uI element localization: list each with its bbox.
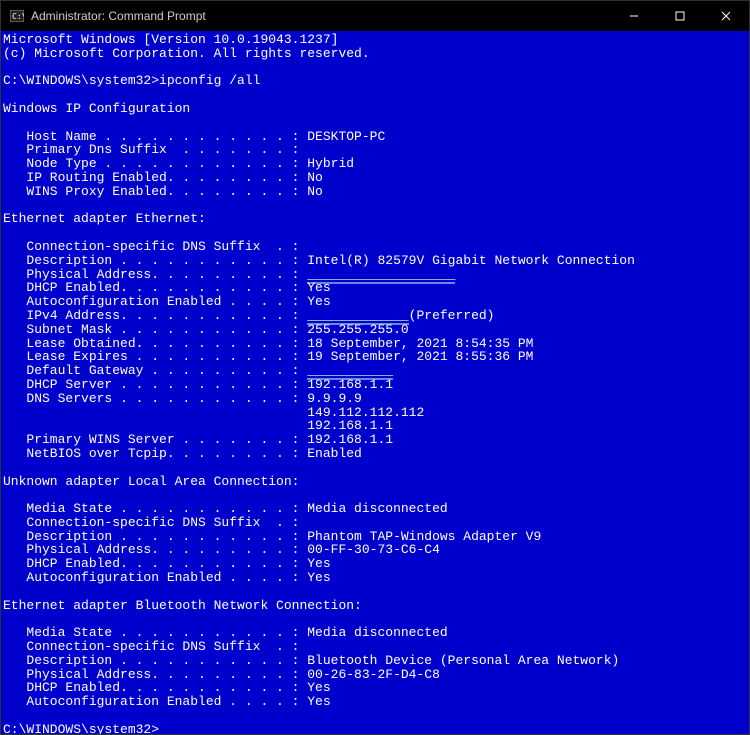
- field-value: 149.112.112.112: [307, 405, 424, 420]
- field-label: Default Gateway . . . . . . . . . :: [3, 363, 307, 378]
- field-value: 00-26-83-2F-D4-C8: [307, 667, 440, 682]
- field-label: Autoconfiguration Enabled . . . . :: [3, 294, 307, 309]
- padding: [3, 405, 307, 420]
- field-label: Description . . . . . . . . . . . :: [3, 253, 307, 268]
- field-label: IPv4 Address. . . . . . . . . . . :: [3, 308, 307, 323]
- field-label: DHCP Enabled. . . . . . . . . . . :: [3, 280, 307, 295]
- cmd-window: C:\ Administrator: Command Prompt Micros…: [0, 0, 750, 735]
- field-label: Physical Address. . . . . . . . . :: [3, 667, 307, 682]
- field-value: Yes: [307, 680, 330, 695]
- field-label: Media State . . . . . . . . . . . :: [3, 501, 307, 516]
- field-label: Primary Dns Suffix . . . . . . . :: [3, 142, 299, 157]
- field-value: Intel(R) 82579V Gigabit Network Connecti…: [307, 253, 635, 268]
- svg-text:C:\: C:\: [12, 12, 24, 21]
- field-value: 00-FF-30-73-C6-C4: [307, 542, 440, 557]
- field-label: WINS Proxy Enabled. . . . . . . . :: [3, 184, 307, 199]
- field-label: Subnet Mask . . . . . . . . . . . :: [3, 322, 307, 337]
- prompt-path: C:\WINDOWS\system32>: [3, 722, 159, 734]
- field-label: Description . . . . . . . . . . . :: [3, 653, 307, 668]
- adapter-header: Ethernet adapter Ethernet:: [3, 211, 206, 226]
- cmd-icon: C:\: [9, 8, 25, 24]
- field-value: Hybrid: [307, 156, 354, 171]
- minimize-button[interactable]: [611, 1, 657, 31]
- field-value: Phantom TAP-Windows Adapter V9: [307, 529, 541, 544]
- banner-line: Microsoft Windows [Version 10.0.19043.12…: [3, 32, 338, 47]
- field-label: Physical Address. . . . . . . . . :: [3, 542, 307, 557]
- banner-line: (c) Microsoft Corporation. All rights re…: [3, 46, 370, 61]
- field-value: (Preferred): [409, 308, 495, 323]
- field-label: IP Routing Enabled. . . . . . . . :: [3, 170, 307, 185]
- maximize-button[interactable]: [657, 1, 703, 31]
- terminal-output[interactable]: Microsoft Windows [Version 10.0.19043.12…: [1, 31, 749, 734]
- field-label: Node Type . . . . . . . . . . . . :: [3, 156, 307, 171]
- field-label: Primary WINS Server . . . . . . . :: [3, 432, 307, 447]
- field-value: 192.168.1.1: [307, 377, 393, 392]
- field-label: NetBIOS over Tcpip. . . . . . . . :: [3, 446, 307, 461]
- adapter-header: Ethernet adapter Bluetooth Network Conne…: [3, 598, 362, 613]
- field-value: 18 September, 2021 8:54:35 PM: [307, 336, 533, 351]
- field-value: 19 September, 2021 8:55:36 PM: [307, 349, 533, 364]
- titlebar[interactable]: C:\ Administrator: Command Prompt: [1, 1, 749, 31]
- close-button[interactable]: [703, 1, 749, 31]
- field-value: DESKTOP-PC: [307, 129, 385, 144]
- field-value: Yes: [307, 294, 330, 309]
- window-buttons: [611, 1, 749, 31]
- field-value: Enabled: [307, 446, 362, 461]
- window-title: Administrator: Command Prompt: [31, 9, 611, 23]
- field-value: No: [307, 170, 323, 185]
- field-label: Physical Address. . . . . . . . . :: [3, 267, 307, 282]
- field-label: Autoconfiguration Enabled . . . . :: [3, 694, 307, 709]
- field-label: Media State . . . . . . . . . . . :: [3, 625, 307, 640]
- field-label: Lease Obtained. . . . . . . . . . :: [3, 336, 307, 351]
- padding: [3, 418, 307, 433]
- field-value: 9.9.9.9: [307, 391, 362, 406]
- field-value: Yes: [307, 570, 330, 585]
- field-value: No: [307, 184, 323, 199]
- field-label: Description . . . . . . . . . . . :: [3, 529, 307, 544]
- field-value: 192.168.1.1: [307, 418, 393, 433]
- command-text: ipconfig /all: [159, 73, 260, 88]
- field-value: Media disconnected: [307, 501, 447, 516]
- field-value: Yes: [307, 694, 330, 709]
- field-label: Connection-specific DNS Suffix . :: [3, 639, 299, 654]
- field-value: Media disconnected: [307, 625, 447, 640]
- field-value: Bluetooth Device (Personal Area Network): [307, 653, 619, 668]
- field-label: DHCP Enabled. . . . . . . . . . . :: [3, 556, 307, 571]
- field-value: Yes: [307, 556, 330, 571]
- prompt-path: C:\WINDOWS\system32>: [3, 73, 159, 88]
- field-value: Yes: [307, 280, 330, 295]
- field-value: 255.255.255.0: [307, 322, 408, 337]
- field-label: Connection-specific DNS Suffix . :: [3, 515, 299, 530]
- field-label: DNS Servers . . . . . . . . . . . :: [3, 391, 307, 406]
- field-label: Lease Expires . . . . . . . . . . :: [3, 349, 307, 364]
- section-header: Windows IP Configuration: [3, 101, 190, 116]
- field-label: DHCP Enabled. . . . . . . . . . . :: [3, 680, 307, 695]
- field-label: DHCP Server . . . . . . . . . . . :: [3, 377, 307, 392]
- field-value: 192.168.1.1: [307, 432, 393, 447]
- field-label: Host Name . . . . . . . . . . . . :: [3, 129, 307, 144]
- field-label: Connection-specific DNS Suffix . :: [3, 239, 299, 254]
- adapter-header: Unknown adapter Local Area Connection:: [3, 474, 299, 489]
- field-label: Autoconfiguration Enabled . . . . :: [3, 570, 307, 585]
